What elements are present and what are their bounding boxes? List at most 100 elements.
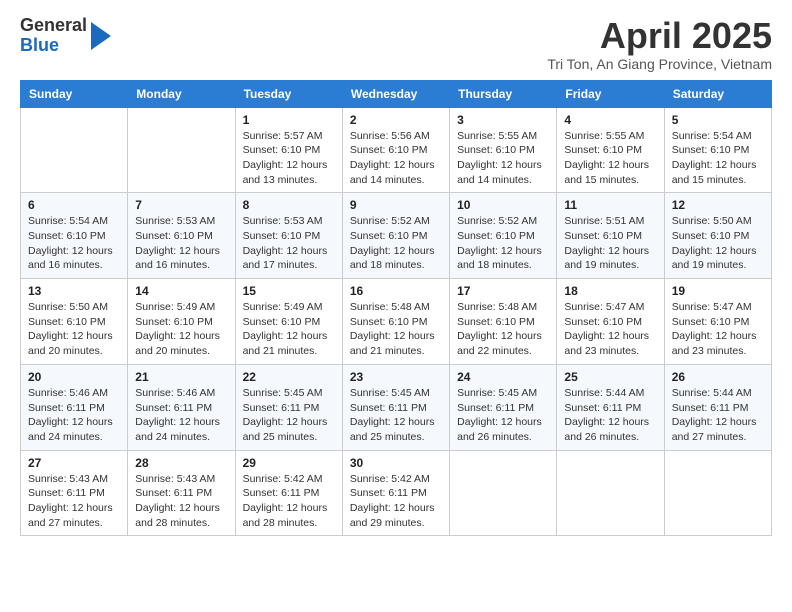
day-number: 19 xyxy=(672,284,764,298)
calendar-cell: 25 Sunrise: 5:44 AMSunset: 6:11 PMDayligh… xyxy=(557,364,664,450)
weekday-header-thursday: Thursday xyxy=(450,80,557,107)
weekday-header-monday: Monday xyxy=(128,80,235,107)
calendar-cell: 22 Sunrise: 5:45 AMSunset: 6:11 PMDayligh… xyxy=(235,364,342,450)
day-number: 14 xyxy=(135,284,227,298)
weekday-header-friday: Friday xyxy=(557,80,664,107)
calendar-week-row: 6 Sunrise: 5:54 AMSunset: 6:10 PMDaylight… xyxy=(21,193,772,279)
day-info: Sunrise: 5:43 AMSunset: 6:11 PMDaylight:… xyxy=(135,472,227,531)
calendar-cell: 4 Sunrise: 5:55 AMSunset: 6:10 PMDaylight… xyxy=(557,107,664,193)
day-number: 22 xyxy=(243,370,335,384)
day-number: 17 xyxy=(457,284,549,298)
day-info: Sunrise: 5:42 AMSunset: 6:11 PMDaylight:… xyxy=(243,472,335,531)
calendar-cell xyxy=(557,450,664,536)
day-info: Sunrise: 5:57 AMSunset: 6:10 PMDaylight:… xyxy=(243,129,335,188)
calendar-cell: 12 Sunrise: 5:50 AMSunset: 6:10 PMDayligh… xyxy=(664,193,771,279)
calendar-cell: 11 Sunrise: 5:51 AMSunset: 6:10 PMDayligh… xyxy=(557,193,664,279)
day-info: Sunrise: 5:49 AMSunset: 6:10 PMDaylight:… xyxy=(135,300,227,359)
weekday-header-tuesday: Tuesday xyxy=(235,80,342,107)
day-number: 23 xyxy=(350,370,442,384)
day-info: Sunrise: 5:56 AMSunset: 6:10 PMDaylight:… xyxy=(350,129,442,188)
calendar-cell: 8 Sunrise: 5:53 AMSunset: 6:10 PMDaylight… xyxy=(235,193,342,279)
calendar-cell: 29 Sunrise: 5:42 AMSunset: 6:11 PMDayligh… xyxy=(235,450,342,536)
calendar-cell: 21Sunrise: 5:46 AMSunset: 6:11 PMDayligh… xyxy=(128,364,235,450)
day-number: 8 xyxy=(243,198,335,212)
day-info: Sunrise: 5:45 AMSunset: 6:11 PMDaylight:… xyxy=(243,386,335,445)
calendar-week-row: 1 Sunrise: 5:57 AMSunset: 6:10 PMDaylight… xyxy=(21,107,772,193)
calendar-cell: 28Sunrise: 5:43 AMSunset: 6:11 PMDayligh… xyxy=(128,450,235,536)
calendar-week-row: 27Sunrise: 5:43 AMSunset: 6:11 PMDayligh… xyxy=(21,450,772,536)
day-number: 13 xyxy=(28,284,120,298)
calendar-cell: 5 Sunrise: 5:54 AMSunset: 6:10 PMDaylight… xyxy=(664,107,771,193)
calendar-cell: 13 Sunrise: 5:50 AMSunset: 6:10 PMDayligh… xyxy=(21,279,128,365)
calendar-cell: 23 Sunrise: 5:45 AMSunset: 6:11 PMDayligh… xyxy=(342,364,449,450)
calendar-week-row: 13 Sunrise: 5:50 AMSunset: 6:10 PMDayligh… xyxy=(21,279,772,365)
day-number: 29 xyxy=(243,456,335,470)
weekday-header-row: SundayMondayTuesdayWednesdayThursdayFrid… xyxy=(21,80,772,107)
day-number: 5 xyxy=(672,113,764,127)
day-info: Sunrise: 5:54 AMSunset: 6:10 PMDaylight:… xyxy=(28,214,120,273)
day-info: Sunrise: 5:46 AMSunset: 6:11 PMDaylight:… xyxy=(135,386,227,445)
calendar-cell: 7 Sunrise: 5:53 AMSunset: 6:10 PMDaylight… xyxy=(128,193,235,279)
calendar-cell: 3Sunrise: 5:55 AMSunset: 6:10 PMDaylight… xyxy=(450,107,557,193)
day-number: 20 xyxy=(28,370,120,384)
calendar-cell: 10 Sunrise: 5:52 AMSunset: 6:10 PMDayligh… xyxy=(450,193,557,279)
day-number: 24 xyxy=(457,370,549,384)
day-info: Sunrise: 5:51 AMSunset: 6:10 PMDaylight:… xyxy=(564,214,656,273)
calendar-cell: 24 Sunrise: 5:45 AMSunset: 6:11 PMDayligh… xyxy=(450,364,557,450)
day-info: Sunrise: 5:53 AMSunset: 6:10 PMDaylight:… xyxy=(243,214,335,273)
calendar-cell: 1 Sunrise: 5:57 AMSunset: 6:10 PMDaylight… xyxy=(235,107,342,193)
day-number: 1 xyxy=(243,113,335,127)
day-info: Sunrise: 5:50 AMSunset: 6:10 PMDaylight:… xyxy=(28,300,120,359)
title-section: April 2025 Tri Ton, An Giang Province, V… xyxy=(547,16,772,72)
day-info: Sunrise: 5:45 AMSunset: 6:11 PMDaylight:… xyxy=(457,386,549,445)
calendar-cell: 15Sunrise: 5:49 AMSunset: 6:10 PMDayligh… xyxy=(235,279,342,365)
day-info: Sunrise: 5:53 AMSunset: 6:10 PMDaylight:… xyxy=(135,214,227,273)
day-number: 25 xyxy=(564,370,656,384)
day-number: 2 xyxy=(350,113,442,127)
day-number: 11 xyxy=(564,198,656,212)
calendar-cell: 16 Sunrise: 5:48 AMSunset: 6:10 PMDayligh… xyxy=(342,279,449,365)
day-number: 10 xyxy=(457,198,549,212)
calendar-cell: 18 Sunrise: 5:47 AMSunset: 6:10 PMDayligh… xyxy=(557,279,664,365)
day-info: Sunrise: 5:52 AMSunset: 6:10 PMDaylight:… xyxy=(457,214,549,273)
day-info: Sunrise: 5:44 AMSunset: 6:11 PMDaylight:… xyxy=(564,386,656,445)
calendar-cell: 2 Sunrise: 5:56 AMSunset: 6:10 PMDaylight… xyxy=(342,107,449,193)
day-info: Sunrise: 5:45 AMSunset: 6:11 PMDaylight:… xyxy=(350,386,442,445)
day-info: Sunrise: 5:48 AMSunset: 6:10 PMDaylight:… xyxy=(457,300,549,359)
day-info: Sunrise: 5:48 AMSunset: 6:10 PMDaylight:… xyxy=(350,300,442,359)
calendar-cell: 20Sunrise: 5:46 AMSunset: 6:11 PMDayligh… xyxy=(21,364,128,450)
day-info: Sunrise: 5:43 AMSunset: 6:11 PMDaylight:… xyxy=(28,472,120,531)
day-number: 4 xyxy=(564,113,656,127)
page-header: General Blue April 2025 Tri Ton, An Gian… xyxy=(20,16,772,72)
calendar-cell: 19Sunrise: 5:47 AMSunset: 6:10 PMDayligh… xyxy=(664,279,771,365)
calendar-cell xyxy=(21,107,128,193)
day-number: 30 xyxy=(350,456,442,470)
calendar-cell: 26Sunrise: 5:44 AMSunset: 6:11 PMDayligh… xyxy=(664,364,771,450)
day-info: Sunrise: 5:55 AMSunset: 6:10 PMDaylight:… xyxy=(564,129,656,188)
day-number: 6 xyxy=(28,198,120,212)
day-number: 16 xyxy=(350,284,442,298)
weekday-header-sunday: Sunday xyxy=(21,80,128,107)
day-info: Sunrise: 5:42 AMSunset: 6:11 PMDaylight:… xyxy=(350,472,442,531)
calendar-cell: 17 Sunrise: 5:48 AMSunset: 6:10 PMDayligh… xyxy=(450,279,557,365)
day-number: 18 xyxy=(564,284,656,298)
day-number: 12 xyxy=(672,198,764,212)
day-info: Sunrise: 5:55 AMSunset: 6:10 PMDaylight:… xyxy=(457,129,549,188)
weekday-header-saturday: Saturday xyxy=(664,80,771,107)
calendar-week-row: 20 Sunrise: 5:46 AMSunset: 6:11 PMDayligh… xyxy=(21,364,772,450)
calendar-table: SundayMondayTuesdayWednesdayThursdayFrid… xyxy=(20,80,772,537)
calendar-cell: 6 Sunrise: 5:54 AMSunset: 6:10 PMDaylight… xyxy=(21,193,128,279)
calendar-cell xyxy=(128,107,235,193)
day-info: Sunrise: 5:47 AMSunset: 6:10 PMDaylight:… xyxy=(564,300,656,359)
day-info: Sunrise: 5:50 AMSunset: 6:10 PMDaylight:… xyxy=(672,214,764,273)
logo: General Blue xyxy=(20,16,111,56)
logo-icon xyxy=(91,22,111,50)
day-info: Sunrise: 5:54 AMSunset: 6:10 PMDaylight:… xyxy=(672,129,764,188)
calendar-cell: 30 Sunrise: 5:42 AMSunset: 6:11 PMDayligh… xyxy=(342,450,449,536)
day-info: Sunrise: 5:44 AMSunset: 6:11 PMDaylight:… xyxy=(672,386,764,445)
calendar-cell: 9Sunrise: 5:52 AMSunset: 6:10 PMDaylight… xyxy=(342,193,449,279)
calendar-cell: 14 Sunrise: 5:49 AMSunset: 6:10 PMDayligh… xyxy=(128,279,235,365)
weekday-header-wednesday: Wednesday xyxy=(342,80,449,107)
day-number: 7 xyxy=(135,198,227,212)
location-subtitle: Tri Ton, An Giang Province, Vietnam xyxy=(547,56,772,72)
